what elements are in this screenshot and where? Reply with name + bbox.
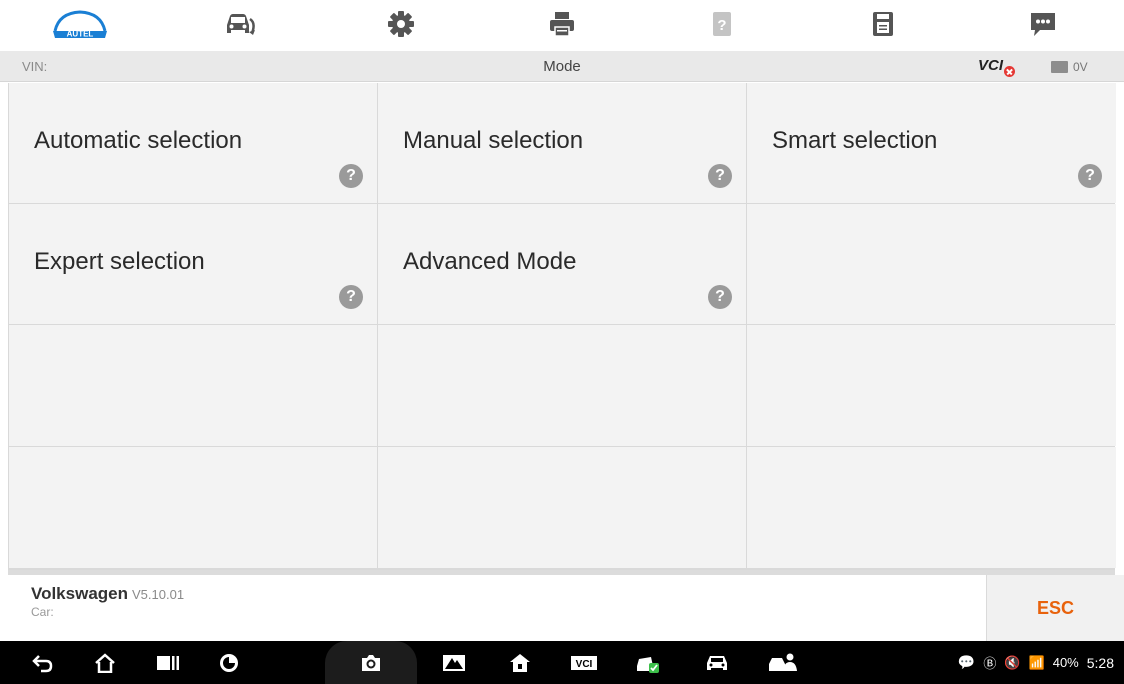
mode-label: Expert selection [34,248,205,275]
help-button[interactable]: ? [642,0,803,48]
vci-nav-button[interactable]: VCI [562,641,606,684]
mode-automatic-selection[interactable]: Automatic selection ? [9,83,377,203]
clock: 5:28 [1086,654,1114,671]
help-icon[interactable]: ? [708,285,732,309]
feedback-button[interactable] [963,0,1124,48]
car-person-icon [769,653,797,671]
footer-bar: Volkswagen V5.10.01 Car: ESC [0,575,1124,641]
vehicle-make: Volkswagen V5.10.01 [31,584,184,604]
wifi-icon: 📶 [1028,654,1045,670]
bluetooth-icon: Ⓑ [983,656,997,671]
back-arrow-icon [32,654,53,672]
empty-cell [9,447,377,568]
display-settings-button[interactable] [432,641,476,684]
mode-expert-selection[interactable]: Expert selection ? [9,204,377,324]
screenshot-button[interactable] [349,641,393,684]
help-icon[interactable]: ? [1078,164,1102,188]
empty-cell [747,447,1116,568]
settings-button[interactable] [321,0,482,48]
chat-icon [1031,13,1056,36]
autel-logo-icon: AUTEL [53,10,108,39]
mode-label: Smart selection [772,127,938,154]
empty-cell [378,447,746,568]
esc-button[interactable]: ESC [986,575,1124,641]
remote-expert-button[interactable] [761,641,805,684]
empty-cell [9,325,377,446]
browser-button[interactable] [207,641,251,684]
vehicle-make-name: Volkswagen [31,584,128,603]
autel-logo-text: AUTEL [67,30,94,39]
house-icon [510,653,530,672]
help-icon[interactable]: ? [708,164,732,188]
vci-error-icon [1004,66,1015,77]
camera-icon [362,654,380,671]
mode-label: Manual selection [403,127,584,154]
vci-status-label: VCI [978,57,1004,74]
save-button[interactable] [803,0,964,48]
vci-icon: VCI [571,655,597,670]
gear-icon [388,11,415,37]
mode-smart-selection[interactable]: Smart selection ? [747,83,1116,203]
autel-home-button[interactable]: AUTEL [0,0,161,48]
empty-cell [378,325,746,446]
home-icon [95,652,115,673]
battery-voltage-icon [1051,61,1068,73]
mode-grid: Automatic selection ? Manual selection ?… [8,83,1116,570]
help-icon[interactable]: ? [339,285,363,309]
page-title: Mode [543,58,581,75]
top-toolbar: AUTEL ? [0,0,1124,48]
help-doc-icon: ? [713,12,732,36]
car-swap-icon [226,14,255,35]
printer-icon [549,12,574,37]
svg-text:?: ? [718,17,727,34]
browser-icon [220,653,238,672]
vehicle-swap-button[interactable] [161,0,322,48]
home-button[interactable] [83,641,127,684]
info-bar: VIN: Mode VCI 0V [0,51,1124,82]
status-bar: 💬 Ⓑ 🔇 📶 40% 5:28 [958,653,1114,672]
mode-label: Advanced Mode [403,248,577,275]
svg-text:VCI: VCI [576,659,593,670]
car-icon [707,655,727,670]
message-icon: 💬 [957,654,976,670]
empty-cell [747,204,1116,324]
vehicle-connected-button[interactable] [626,641,670,684]
recent-apps-button[interactable] [146,641,190,684]
recent-apps-icon [157,655,179,670]
software-version: V5.10.01 [132,587,185,602]
help-icon[interactable]: ? [339,164,363,188]
save-icon [872,12,893,36]
vehicle-menu-button[interactable] [695,641,739,684]
back-button[interactable] [21,641,65,684]
mode-label: Automatic selection [34,127,243,154]
mode-advanced-mode[interactable]: Advanced Mode ? [378,204,746,324]
system-nav-bar: VCI 💬 Ⓑ 🔇 📶 40% 5:28 [0,641,1124,684]
autel-home-nav-button[interactable] [498,641,542,684]
empty-cell [747,325,1116,446]
car-check-icon [637,656,659,673]
print-button[interactable] [482,0,643,48]
battery-percent: 40% [1052,655,1079,670]
mode-manual-selection[interactable]: Manual selection ? [378,83,746,203]
mute-icon: 🔇 [1004,654,1021,670]
car-label: Car: [31,605,54,619]
voltage-value: 0V [1073,60,1088,74]
display-icon [443,654,465,671]
